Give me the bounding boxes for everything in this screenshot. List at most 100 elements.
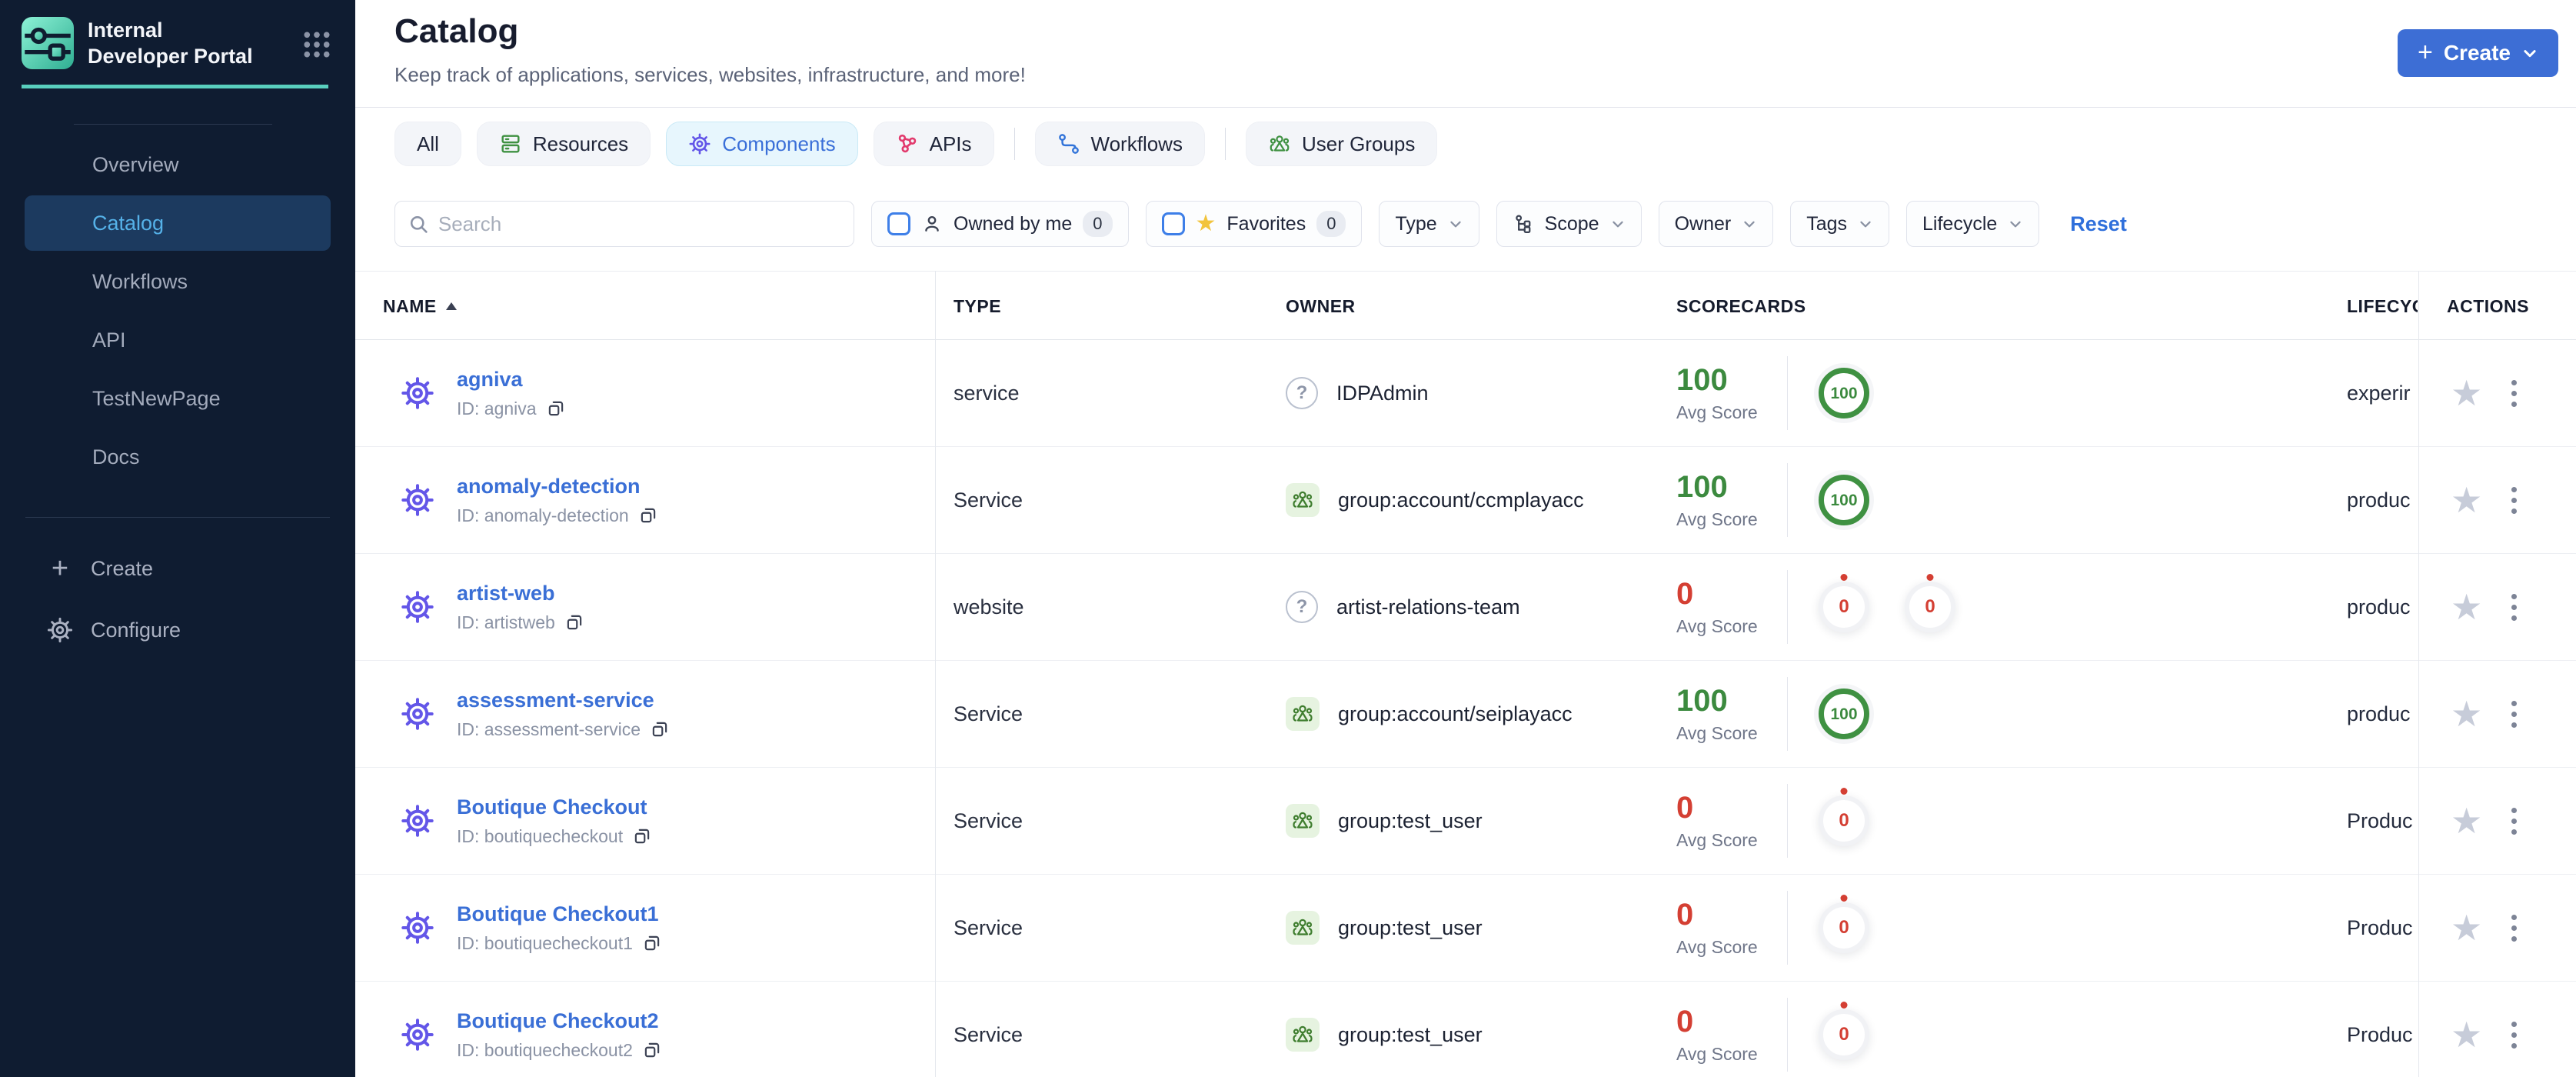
- sidebar-item-docs[interactable]: Docs: [25, 429, 331, 485]
- name-cell: anomaly-detection ID: anomaly-detection: [400, 447, 658, 553]
- sidebar-create-button[interactable]: + Create: [0, 538, 355, 599]
- name-cell: artist-web ID: artistweb: [400, 554, 584, 660]
- favorite-star-icon[interactable]: ★: [2451, 803, 2482, 839]
- component-name-link[interactable]: Boutique Checkout1: [457, 902, 662, 926]
- favorites-checkbox[interactable]: [1161, 212, 1185, 235]
- component-name-link[interactable]: artist-web: [457, 582, 584, 605]
- favorite-star-icon[interactable]: ★: [2451, 910, 2482, 945]
- component-id: ID: anomaly-detection: [457, 505, 629, 525]
- component-id-line: ID: boutiquecheckout: [457, 826, 652, 847]
- scorecard-ring[interactable]: 0: [1819, 1009, 1869, 1060]
- favorite-star-icon[interactable]: ★: [2451, 1017, 2482, 1052]
- favorite-star-icon[interactable]: ★: [2451, 375, 2482, 411]
- component-name-link[interactable]: Boutique Checkout2: [457, 1009, 662, 1033]
- avg-score-label: Avg Score: [1676, 937, 1758, 957]
- row-menu-icon[interactable]: [2507, 482, 2521, 518]
- group-icon: [1286, 697, 1320, 731]
- type-dropdown[interactable]: Type: [1379, 201, 1479, 247]
- sidebar-configure-button[interactable]: Configure: [0, 599, 355, 661]
- tab-all[interactable]: All: [394, 122, 461, 166]
- component-name-link[interactable]: assessment-service: [457, 689, 670, 712]
- scorecard-ring[interactable]: 0: [1819, 902, 1869, 953]
- apps-grid-icon[interactable]: [301, 29, 332, 60]
- scorecard-ring[interactable]: 100: [1819, 475, 1869, 525]
- column-header-name[interactable]: NAME: [383, 272, 457, 341]
- row-menu-icon[interactable]: [2507, 910, 2521, 946]
- avg-score-value: 0: [1676, 898, 1694, 932]
- row-menu-icon[interactable]: [2507, 589, 2521, 625]
- app-title: Internal Developer Portal: [88, 18, 253, 68]
- copy-icon[interactable]: [642, 933, 662, 953]
- owner-dropdown[interactable]: Owner: [1658, 201, 1774, 247]
- create-button[interactable]: + Create: [2397, 29, 2558, 77]
- lifecycle-value: Produc: [2347, 809, 2413, 832]
- tab-components[interactable]: Components: [666, 122, 858, 166]
- scope-dropdown[interactable]: Scope: [1496, 201, 1642, 247]
- component-name-link[interactable]: anomaly-detection: [457, 475, 658, 498]
- actions-cell: ★: [2418, 982, 2576, 1077]
- name-cell: Boutique Checkout ID: boutiquecheckout: [400, 768, 652, 874]
- favorites-filter[interactable]: ★ Favorites 0: [1145, 201, 1363, 247]
- scope-dropdown-label: Scope: [1544, 212, 1599, 235]
- scorecard-ring[interactable]: 0: [1905, 582, 1955, 632]
- copy-icon[interactable]: [642, 1040, 662, 1060]
- copy-icon[interactable]: [650, 719, 670, 739]
- row-menu-icon[interactable]: [2507, 375, 2521, 412]
- avg-score-value: 100: [1676, 470, 1728, 504]
- create-button-label: Create: [2443, 41, 2511, 65]
- row-menu-icon[interactable]: [2507, 1017, 2521, 1053]
- tab-components-label: Components: [722, 132, 836, 155]
- group-icon: [1286, 483, 1320, 517]
- scorecard-ring[interactable]: 0: [1819, 582, 1869, 632]
- scorecard-ring[interactable]: 100: [1819, 368, 1869, 418]
- sidebar-nav: Overview Catalog Workflows API TestNewPa…: [0, 137, 355, 485]
- sidebar-item-api[interactable]: API: [25, 312, 331, 368]
- sidebar-item-catalog[interactable]: Catalog: [25, 195, 331, 251]
- lifecycle-dropdown[interactable]: Lifecycle: [1906, 201, 2040, 247]
- tab-workflows[interactable]: Workflows: [1034, 122, 1205, 166]
- reset-filters-link[interactable]: Reset: [2070, 212, 2127, 236]
- scorecards-cell: 0 Avg Score 0: [1676, 982, 1869, 1077]
- tab-group-divider: [1224, 128, 1226, 160]
- copy-icon[interactable]: [564, 612, 584, 632]
- lifecycle-value: Produc: [2347, 915, 2413, 939]
- sidebar-item-testnewpage[interactable]: TestNewPage: [25, 371, 331, 426]
- owned-by-me-filter[interactable]: Owned by me 0: [871, 201, 1129, 247]
- score-divider: [1787, 463, 1788, 537]
- component-name-link[interactable]: Boutique Checkout: [457, 795, 652, 819]
- owned-by-me-checkbox[interactable]: [887, 212, 910, 235]
- page-header: Catalog Keep track of applications, serv…: [355, 0, 2576, 108]
- search-input[interactable]: [438, 212, 841, 236]
- type-value: Service: [954, 488, 1023, 512]
- tab-apis[interactable]: APIs: [873, 122, 994, 166]
- row-menu-icon[interactable]: [2507, 696, 2521, 732]
- sidebar-item-workflows[interactable]: Workflows: [25, 254, 331, 309]
- copy-icon[interactable]: [632, 826, 652, 846]
- tags-dropdown-label: Tags: [1806, 212, 1848, 235]
- actions-cell: ★: [2418, 340, 2576, 446]
- scorecards-cell: 0 Avg Score 0: [1676, 875, 1869, 981]
- component-name-link[interactable]: agniva: [457, 368, 566, 392]
- row-menu-icon[interactable]: [2507, 803, 2521, 839]
- favorite-star-icon[interactable]: ★: [2451, 696, 2482, 732]
- chevron-down-icon: [1450, 221, 1461, 228]
- owner-name: group:test_user: [1338, 809, 1483, 832]
- page-title: Catalog: [394, 12, 519, 50]
- tab-user-groups[interactable]: User Groups: [1245, 122, 1438, 166]
- scorecard-ring[interactable]: 0: [1819, 795, 1869, 846]
- favorite-star-icon[interactable]: ★: [2451, 482, 2482, 518]
- table-body: agniva ID: agniva service ? IDPAdmin 100…: [355, 340, 2576, 1077]
- favorite-star-icon[interactable]: ★: [2451, 589, 2482, 625]
- favorites-count: 0: [1316, 211, 1346, 237]
- owner-name: artist-relations-team: [1336, 595, 1520, 619]
- tab-resources[interactable]: Resources: [476, 122, 651, 166]
- copy-icon[interactable]: [638, 505, 658, 525]
- copy-icon[interactable]: [546, 398, 566, 418]
- lifecycle-dropdown-label: Lifecycle: [1922, 212, 1998, 235]
- component-gear-icon: [401, 912, 434, 944]
- sidebar-item-overview[interactable]: Overview: [25, 137, 331, 192]
- person-icon: [925, 215, 939, 232]
- scorecard-ring[interactable]: 100: [1819, 689, 1869, 739]
- tags-dropdown[interactable]: Tags: [1790, 201, 1890, 247]
- search-icon: [410, 216, 428, 233]
